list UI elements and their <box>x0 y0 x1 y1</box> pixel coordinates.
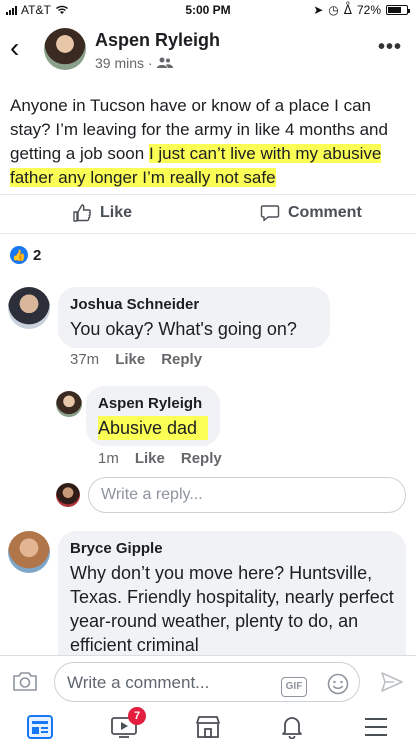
comment-label: Comment <box>288 204 362 221</box>
reaction-count: 2 <box>33 246 42 264</box>
status-bar: AT&T 5:00 PM ➤ ◷ ᐂ 72% <box>0 0 416 20</box>
post-text: Anyone in Tucson have or know of a place… <box>10 94 406 190</box>
reply-bubble: Aspen Ryleigh Abusive dad <box>86 386 220 446</box>
like-reaction-icon: 👍 <box>10 246 28 264</box>
emoji-icon[interactable] <box>327 673 349 695</box>
comment-button[interactable]: Comment <box>260 203 362 223</box>
tab-news-feed[interactable] <box>24 711 56 743</box>
post-header: ‹ Aspen Ryleigh 39 mins · ••• <box>0 20 416 84</box>
tab-notifications[interactable] <box>276 711 308 743</box>
battery-percent: 72% <box>356 3 381 17</box>
comment-icon <box>260 205 280 222</box>
bottom-tab-bar: 7 <box>0 707 416 747</box>
tab-marketplace[interactable] <box>192 711 224 743</box>
commenter-avatar[interactable] <box>8 531 50 573</box>
reply-reply-button[interactable]: Reply <box>181 450 222 467</box>
reply-input[interactable]: Write a reply... <box>88 477 406 513</box>
comment-text: You okay? What's going on? <box>70 319 297 339</box>
comment-reply-button[interactable]: Reply <box>161 351 202 368</box>
reply-author-avatar[interactable] <box>56 391 82 417</box>
my-avatar <box>56 483 80 507</box>
news-feed-icon <box>27 715 53 739</box>
tab-watch[interactable]: 7 <box>108 707 146 743</box>
menu-icon <box>365 718 387 736</box>
reply-like-button[interactable]: Like <box>135 450 165 467</box>
comment-like-button[interactable]: Like <box>115 351 145 368</box>
alarm-icon: ◷ <box>328 3 339 17</box>
post-actions: Like Comment <box>0 194 416 234</box>
reply-author[interactable]: Aspen Ryleigh <box>98 395 208 412</box>
post-time[interactable]: 39 mins <box>95 55 144 71</box>
location-icon: ➤ <box>313 3 324 17</box>
post-author-name[interactable]: Aspen Ryleigh <box>95 30 220 51</box>
camera-icon[interactable] <box>12 670 38 692</box>
comment-time: 37m <box>70 351 100 368</box>
comment-input[interactable]: Write a comment... GIF <box>54 662 360 702</box>
reply-time: 1m <box>98 450 119 467</box>
comment-author[interactable]: Bryce Gipple <box>70 540 394 557</box>
reaction-summary[interactable]: 👍 2 <box>10 246 41 264</box>
back-icon[interactable]: ‹ <box>10 34 19 62</box>
reply-meta: 1m Like Reply <box>98 450 222 467</box>
comment-text: Why don’t you move here? Huntsville, Tex… <box>70 563 394 655</box>
more-icon[interactable]: ••• <box>378 36 402 59</box>
gif-button[interactable]: GIF <box>281 677 307 697</box>
bell-icon <box>282 717 302 739</box>
comment-author[interactable]: Joshua Schneider <box>70 296 318 313</box>
comment-meta: 37m Like Reply <box>70 351 202 368</box>
send-icon[interactable] <box>380 671 404 693</box>
tab-menu[interactable] <box>360 711 392 743</box>
friends-icon <box>156 57 173 68</box>
meta-separator: · <box>148 55 153 71</box>
reply-text: Abusive dad <box>98 416 208 440</box>
marketplace-icon <box>196 716 220 738</box>
commenter-avatar[interactable] <box>8 287 50 329</box>
comment-composer: Write a comment... GIF <box>0 655 416 707</box>
thumbs-up-icon <box>73 204 91 222</box>
comment-placeholder: Write a comment... <box>67 673 210 692</box>
battery-icon <box>386 5 410 15</box>
like-button[interactable]: Like <box>72 203 132 223</box>
like-label: Like <box>100 204 133 221</box>
watch-badge: 7 <box>128 707 146 725</box>
author-avatar[interactable] <box>44 28 86 70</box>
bluetooth-icon: ᐂ <box>343 3 352 17</box>
comment-bubble: Joshua Schneider You okay? What's going … <box>58 287 330 348</box>
comment-bubble: Bryce Gipple Why don’t you move here? Hu… <box>58 531 406 671</box>
post-meta: 39 mins · <box>95 55 173 71</box>
